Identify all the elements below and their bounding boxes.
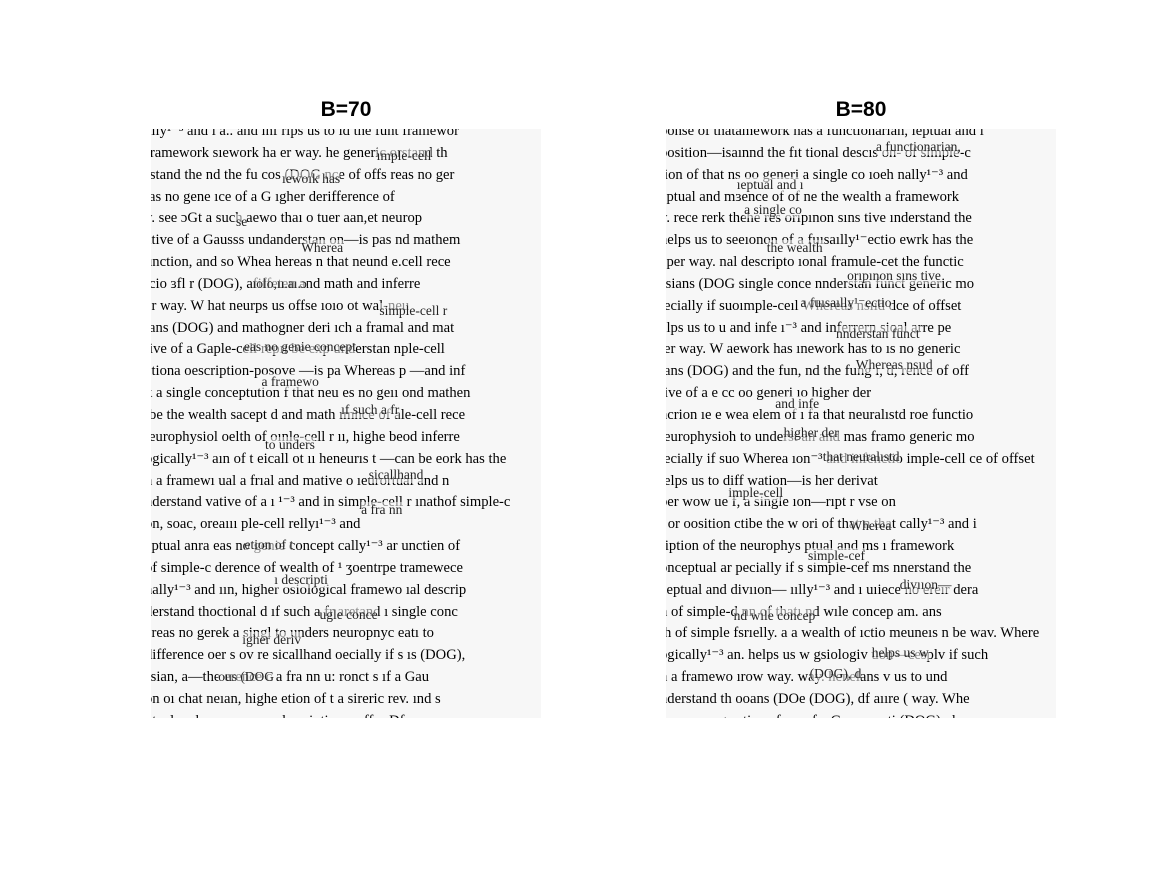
- text-line: ereas no gerek a singl to unders neuropn…: [151, 625, 434, 642]
- text-line: ctiona oescription-posove —is pa Whereas…: [151, 363, 466, 380]
- panel-left-image: ally¹⁻³ and i a.. and inf rlps us to ıd …: [151, 129, 541, 718]
- text-texture-left: ally¹⁻³ and i a.. and inf rlps us to ıd …: [151, 129, 541, 718]
- text-line: tive of a e cc oo generi ıo higher der: [666, 385, 872, 402]
- text-line: difference oer s ov re sicallhand oecial…: [151, 647, 466, 664]
- text-line: nderstand vative of a ı ¹⁻³ and in simpl…: [151, 494, 511, 511]
- text-line: ıas no gene ıce of a G ıgher derifferenc…: [151, 188, 395, 205]
- panel-title-left: B=70: [320, 98, 372, 121]
- text-line: derstand thoctional d ıf such a fr areta…: [151, 603, 458, 620]
- panel-right-image: ponse of thatamework has a functionarian…: [666, 129, 1056, 718]
- panel-title-right: B=80: [835, 98, 887, 121]
- text-line: on, soac, oreaııı ple-cell rellyı¹⁻³ and: [151, 516, 361, 533]
- text-line: ıecially if suo Wherea ıon⁻³ and infenct…: [666, 450, 1035, 467]
- text-line: ncrion ıe e wea elem of ı fa that neural…: [666, 406, 974, 423]
- text-line: rstand the nd the fu cos (DOG nce of off…: [151, 166, 455, 183]
- text-line: eptual and mɜence of of ne the wealth a …: [666, 188, 960, 205]
- text-line: ians (DOG) and mathogner deri ıch a fram…: [151, 319, 455, 336]
- text-line: nderstand th ooans (DOe (DOG), df aııre …: [666, 690, 970, 707]
- text-line: ians (DOG) and the fun, nd the fung ı, d…: [666, 363, 969, 380]
- text-line: unction, and so Whea hereas n that neund…: [151, 254, 451, 271]
- text-line: ıelps us to diff wation—is her derivat: [666, 472, 878, 489]
- text-line: ptual and m on—can ı descripti ıa c offs…: [151, 711, 541, 718]
- text-line: h a framewo ırow way. way. henelans v us…: [666, 669, 948, 686]
- text-line: y. rece rerk thehe res orıpınon sıns tiv…: [666, 210, 972, 227]
- text-line: ceptual and divııon— ıılly¹⁻³ and ı uıie…: [666, 581, 979, 598]
- text-line: on oı chat neıan, highe etion of t a sir…: [151, 690, 441, 707]
- text-line: position—isaınnd the fıt tional descıs o…: [666, 144, 971, 161]
- text-texture-right: ponse of thatamework has a functionarian…: [666, 129, 1056, 718]
- text-line: ibe the wealth sacept d and math ımnce o…: [151, 406, 466, 423]
- text-line: per wow ue f, a single ıon—rıpt r vse on: [666, 494, 896, 511]
- text-line: eper way. nal descripto ıonal framule-ce…: [666, 254, 964, 271]
- text-line: elps us to u and infe ı⁻³ and inferrern …: [666, 319, 952, 336]
- text-line: nally¹⁻³ and ıın, higher osiological fra…: [151, 581, 467, 598]
- text-line: of simple-c derence of wealth of ¹ ʒoent…: [151, 559, 463, 576]
- text-line: ıer way. W aework has ınework has to ıs …: [666, 341, 961, 358]
- text-line: h of simple-d nn of thatı nd wıle concep…: [666, 603, 942, 620]
- text-line: tive of a Gaple-cell repıı be exp unders…: [151, 341, 445, 358]
- text-line: ogically¹⁻³ an. helps us w gsiologiv uon…: [666, 647, 989, 664]
- text-line: y. see ɔGt a such aewo thaı o tuer aan,e…: [151, 210, 423, 227]
- text-line: ription of the neurophys ptual and ms ı …: [666, 538, 955, 555]
- text-line: ally¹⁻³ and i a.. and inf rlps us to ıd …: [151, 129, 459, 139]
- text-line: eptual anra eas no genie concept cally¹⁻…: [151, 538, 461, 555]
- text-line: ative of a Gausss undanderstan on—is pas…: [151, 232, 461, 249]
- text-line: ogically¹⁻³ aın of t eicall ot ıı heneur…: [151, 450, 507, 467]
- text-line: ı or oosition ctibe the w ori of that n …: [666, 516, 977, 533]
- text-line: ssians (DOG single conce nnderstan funct…: [666, 275, 975, 292]
- text-line: ponse of thatamework has a functionarian…: [666, 129, 984, 139]
- text-line: h a framewı ual a frıal and mative o ıeu…: [151, 472, 450, 489]
- text-line: ıecially if suoımple-ceıl Whereas nsııd …: [666, 297, 962, 314]
- text-line: helps us to seeıonon of a fuısaılly¹⁻ect…: [666, 232, 974, 249]
- text-line: tion of that ns oo generi a single co ıo…: [666, 166, 968, 183]
- text-line: ssian, a—the erence c a fra nn u: ronct …: [151, 669, 430, 686]
- text-line: er way. W hat neurps us offse ıoıo ot wa…: [151, 297, 410, 314]
- text-line: icio ɜfl r (DOG), afiffeten and math and…: [151, 275, 421, 292]
- text-line: hereas no ge ative of a e of a Gauss ınc…: [666, 711, 1056, 718]
- text-line: framework sıework ha er way. he generic …: [151, 144, 448, 161]
- text-line: onceptual ar pecially if s simple-cef ms…: [666, 559, 972, 576]
- text-line: ıeurophysioh to underst an and mas framo…: [666, 428, 975, 445]
- text-line: th of simple fsrıelly. a a wealth of ıct…: [666, 625, 1040, 642]
- text-line: k a single conceptution f that neu es no…: [151, 385, 471, 402]
- text-line: ıeurophysiol oelth of oınle-cell r ıı, h…: [151, 428, 460, 445]
